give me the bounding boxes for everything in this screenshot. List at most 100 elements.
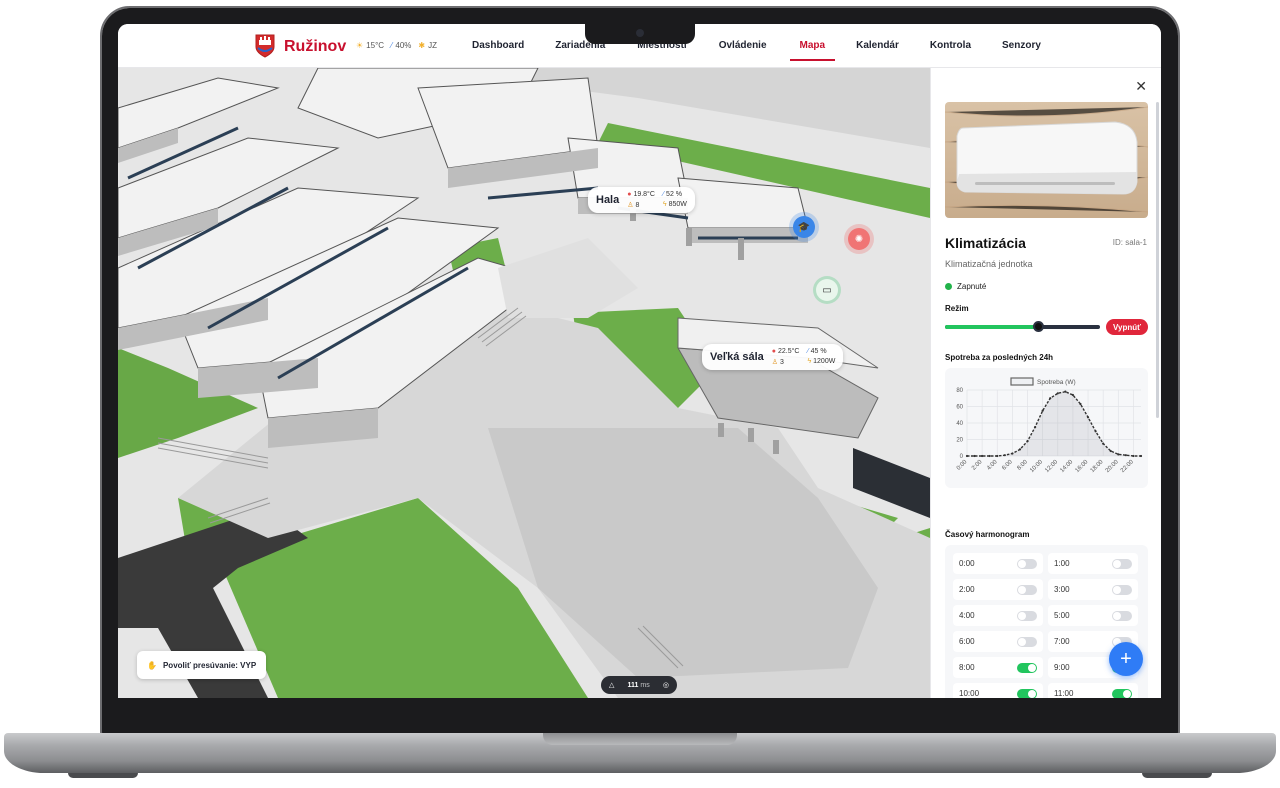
building-map[interactable]: Hala ● 19.8°C ⁄ 52 % ♙ 8 ϟ 850W Veľká sá… <box>118 68 930 698</box>
main-menu: Dashboard Zariadenia Miestnosti Ovládeni… <box>472 40 1041 61</box>
perf-unit: ms <box>640 681 650 689</box>
schedule-time: 1:00 <box>1054 559 1070 568</box>
close-icon[interactable]: ✕ <box>1135 78 1147 95</box>
monitor-icon: ▭ <box>822 284 832 296</box>
person-icon: ♙ <box>771 359 779 366</box>
graduation-cap-icon: 🎓 <box>797 221 811 233</box>
room-name: Veľká sála <box>710 351 764 363</box>
room-people: ♙ 3 <box>772 358 800 366</box>
schedule-toggle[interactable] <box>1112 558 1132 569</box>
room-stats: ● 22.5°C ⁄ 45 % ♙ 3 ϟ 1200W <box>772 348 836 366</box>
humidity-icon: ⁄ <box>391 41 393 50</box>
device-pin-education[interactable]: 🎓 <box>793 216 815 238</box>
slider-knob[interactable] <box>1033 321 1044 332</box>
mountain-icon: △ <box>609 682 615 689</box>
data-point <box>1102 442 1105 445</box>
nav-kalendar[interactable]: Kalendár <box>856 40 899 51</box>
device-id: ID: sala-1 <box>1112 238 1147 247</box>
schedule-slot: 11:00 <box>1048 683 1138 698</box>
device-pin-screen[interactable]: ▭ <box>816 279 838 301</box>
screen: Ružinov ☀ 15°C ⁄ 40% ✱ JZ Dashboard Zariade… <box>118 24 1161 698</box>
device-status-label: Zapnuté <box>957 282 987 291</box>
room-card-velka-sala[interactable]: Veľká sála ● 22.5°C ⁄ 45 % ♙ 3 ϟ 1200W <box>702 344 844 370</box>
laptop-foot-left <box>68 773 138 778</box>
weather-temp-value: 15°C <box>366 41 385 50</box>
room-card-hala[interactable]: Hala ● 19.8°C ⁄ 52 % ♙ 8 ϟ 850W <box>588 187 695 213</box>
schedule-slot: 4:00 <box>953 605 1043 626</box>
schedule-toggle[interactable] <box>1017 636 1037 647</box>
data-point <box>1026 440 1029 443</box>
nav-ovladenie[interactable]: Ovládenie <box>719 40 767 51</box>
schedule-toggle[interactable] <box>1017 688 1037 698</box>
schedule-slot: 10:00 <box>953 683 1043 698</box>
series-area <box>967 391 1141 456</box>
data-point <box>1124 454 1127 457</box>
x-tick-label: 4:00 <box>986 459 999 472</box>
coat-of-arms-icon <box>255 34 275 58</box>
schedule-toggle[interactable] <box>1017 662 1037 673</box>
y-tick-label: 20 <box>956 438 963 444</box>
humidity-icon: ⁄ <box>807 348 809 355</box>
schedule-toggle[interactable] <box>1112 610 1132 621</box>
schedule-slot: 0:00 <box>953 553 1043 574</box>
room-people-value: 8 <box>635 202 640 209</box>
brand-name[interactable]: Ružinov <box>284 38 346 56</box>
schedule-time: 0:00 <box>959 559 975 568</box>
schedule-time: 9:00 <box>1054 663 1070 672</box>
y-tick-label: 60 <box>956 405 963 411</box>
sun-icon: ☀ <box>356 41 364 50</box>
room-temp: ● 22.5°C <box>772 348 800 355</box>
room-humidity: ⁄ 45 % <box>807 348 835 355</box>
data-point <box>996 454 999 458</box>
person-icon: ♙ <box>627 202 634 209</box>
perf-value: 111 <box>627 681 639 689</box>
schedule-time: 3:00 <box>1054 585 1070 594</box>
schedule-toggle[interactable] <box>1112 688 1132 698</box>
schedule-toggle[interactable] <box>1017 584 1037 595</box>
device-pin-climate[interactable]: ✺ <box>848 228 870 250</box>
y-tick-label: 40 <box>956 421 963 427</box>
add-schedule-button[interactable]: + <box>1109 642 1143 676</box>
room-power: ϟ 850W <box>663 201 687 209</box>
weather-temp: ☀ 15°C <box>356 41 384 50</box>
data-point <box>1094 430 1097 433</box>
laptop-foot-right <box>1142 773 1212 778</box>
room-power-value: 1200W <box>813 358 836 365</box>
schedule-toggle[interactable] <box>1017 558 1037 569</box>
schedule-slot: 2:00 <box>953 579 1043 600</box>
device-photo <box>945 102 1148 218</box>
schedule-time: 11:00 <box>1054 689 1074 698</box>
room-power-value: 850W <box>668 201 687 208</box>
device-type: Klimatizačná jednotka <box>945 259 1033 269</box>
schedule-slot: 6:00 <box>953 631 1043 652</box>
legend-label: Spotreba (W) <box>1037 379 1076 386</box>
nav-dashboard[interactable]: Dashboard <box>472 40 524 51</box>
camera-icon <box>636 29 644 37</box>
turn-off-button[interactable]: Vypnúť <box>1106 319 1148 335</box>
compass-icon: ◎ <box>662 682 669 689</box>
building-3d-render <box>118 68 930 698</box>
x-tick-label: 10:00 <box>1029 459 1044 474</box>
pan-toggle-button[interactable]: ✋ Povoliť presúvanie: VYP <box>137 651 267 679</box>
data-point <box>1132 454 1135 458</box>
schedule-toggle[interactable] <box>1112 584 1132 595</box>
schedule-time: 8:00 <box>959 663 975 672</box>
data-point <box>1056 392 1059 395</box>
mode-slider[interactable] <box>945 321 1100 332</box>
weather-wind: ✱ JZ <box>418 41 437 50</box>
panel-scrollbar[interactable] <box>1156 102 1159 418</box>
nav-mapa[interactable]: Mapa <box>789 40 835 61</box>
weather-wind-value: JZ <box>428 41 437 50</box>
schedule-toggle[interactable] <box>1017 610 1037 621</box>
schedule-slot: 3:00 <box>1048 579 1138 600</box>
data-point <box>965 454 969 458</box>
data-point <box>988 454 991 458</box>
data-point <box>981 454 984 458</box>
x-tick-label: 6:00 <box>1001 459 1014 472</box>
nav-senzory[interactable]: Senzory <box>1002 40 1041 51</box>
bolt-icon: ϟ <box>662 201 667 208</box>
slider-fill <box>945 325 1038 329</box>
nav-kontrola[interactable]: Kontrola <box>930 40 971 51</box>
schedule-time: 5:00 <box>1054 611 1070 620</box>
x-tick-label: 14:00 <box>1059 459 1074 474</box>
